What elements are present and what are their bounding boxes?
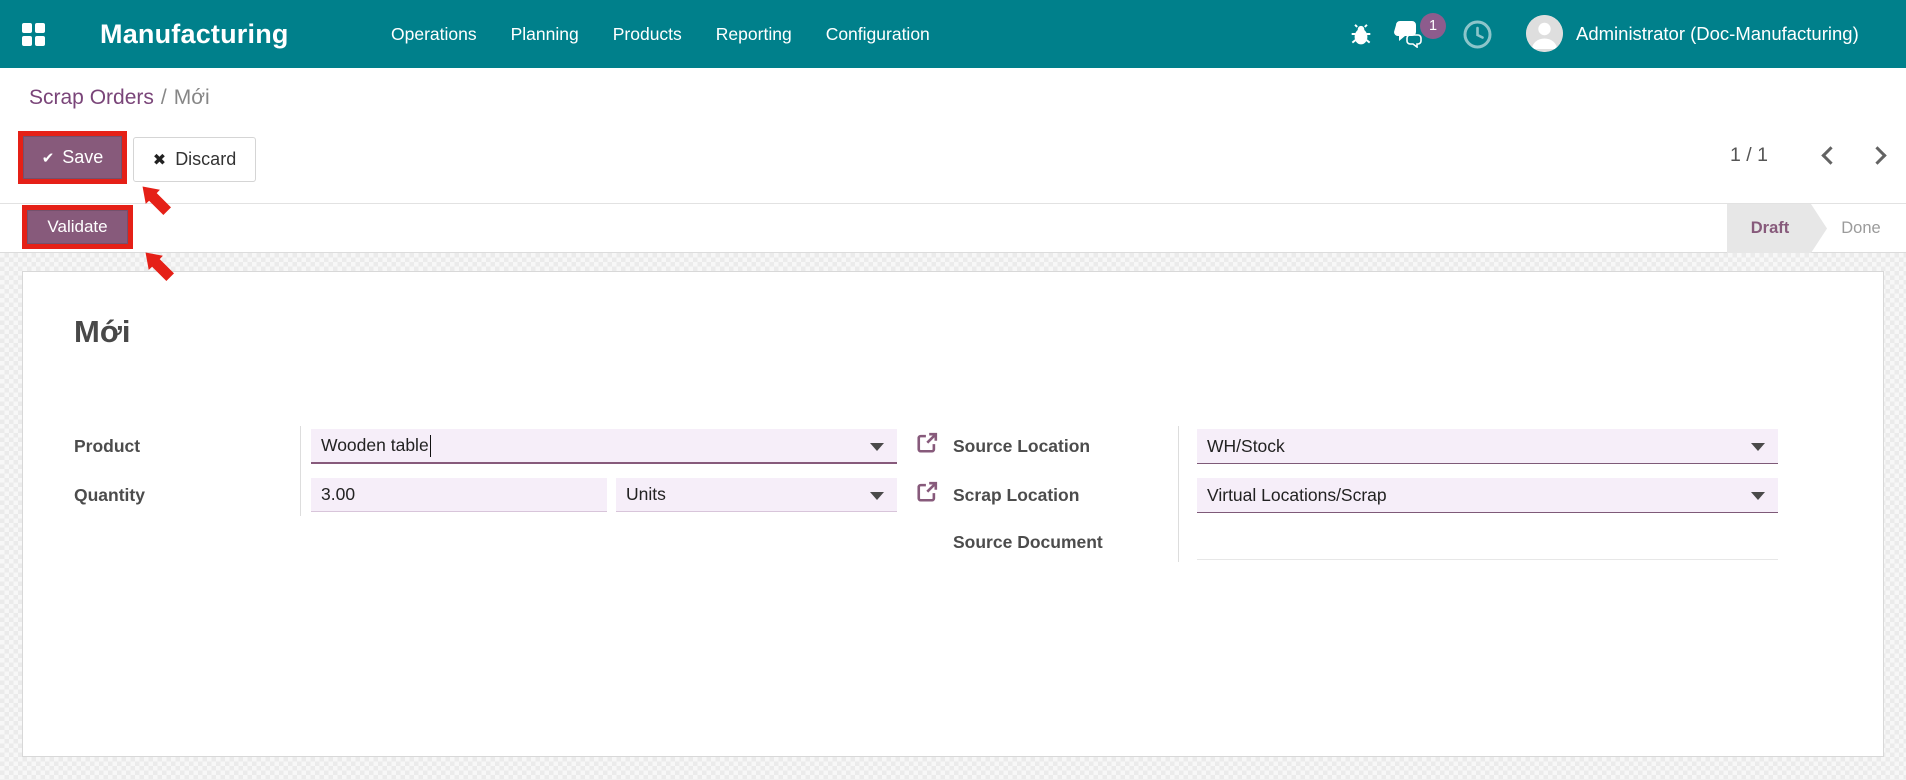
breadcrumb-current: Mới [173, 86, 210, 109]
source-location-external-link-icon[interactable] [916, 432, 938, 454]
source-location-value: WH/Stock [1207, 435, 1285, 456]
state-done[interactable]: Done [1831, 204, 1891, 253]
source-location-field[interactable]: WH/Stock [1197, 429, 1778, 464]
discard-button-label: Discard [175, 149, 237, 169]
record-pager: 1 / 1 [1730, 144, 1887, 167]
breadcrumb: Scrap Orders / Mới [29, 86, 210, 110]
quantity-label: Quantity [74, 485, 145, 505]
validate-annotation-arrow [145, 252, 174, 281]
scrap-location-label: Scrap Location [953, 485, 1080, 505]
source-location-dropdown-icon[interactable] [1751, 443, 1765, 451]
menu-reporting[interactable]: Reporting [716, 24, 792, 45]
save-button-label: Save [62, 147, 104, 167]
save-button[interactable]: ✔ Save [23, 136, 122, 179]
scrap-location-dropdown-icon[interactable] [1751, 492, 1765, 500]
discard-button[interactable]: ✖ Discard [133, 137, 256, 182]
right-group-separator [1178, 426, 1179, 562]
user-avatar[interactable] [1526, 15, 1563, 52]
breadcrumb-scrap-orders[interactable]: Scrap Orders [29, 86, 154, 109]
messages-icon[interactable] [1392, 0, 1426, 68]
uom-field[interactable]: Units [616, 478, 897, 512]
quantity-value: 3.00 [321, 484, 356, 504]
pager-previous-icon[interactable] [1821, 146, 1840, 165]
pager-next-icon[interactable] [1868, 146, 1887, 165]
source-document-label: Source Document [953, 532, 1103, 552]
scrap-location-external-link-icon[interactable] [916, 481, 938, 503]
menu-planning[interactable]: Planning [511, 24, 579, 45]
scrap-location-field[interactable]: Virtual Locations/Scrap [1197, 478, 1778, 513]
source-document-field[interactable] [1197, 527, 1778, 560]
breadcrumb-separator: / [160, 86, 167, 109]
product-dropdown-icon[interactable] [870, 442, 884, 451]
main-menu: Operations Planning Products Reporting C… [391, 0, 930, 68]
left-group-separator [300, 426, 301, 516]
menu-operations[interactable]: Operations [391, 24, 477, 45]
pager-counter: 1 / 1 [1730, 144, 1768, 166]
state-draft[interactable]: Draft [1727, 204, 1827, 253]
user-name[interactable]: Administrator (Doc-Manufacturing) [1576, 0, 1859, 68]
app-brand[interactable]: Manufacturing [100, 0, 289, 68]
source-location-label: Source Location [953, 436, 1091, 456]
quantity-field[interactable]: 3.00 [311, 478, 607, 512]
form-sheet: Mới Product Quantity Wooden table 3.00 U… [22, 271, 1884, 757]
control-panel: Scrap Orders / Mới ✔ Save ✖ Discard 1 / 1 [0, 68, 1906, 203]
product-value: Wooden table [321, 435, 429, 455]
top-navbar: Manufacturing Operations Planning Produc… [0, 0, 1906, 68]
save-annotation-arrow [142, 186, 171, 215]
save-annotation-box: ✔ Save [18, 131, 127, 184]
validate-annotation-box: Validate [22, 205, 133, 249]
menu-configuration[interactable]: Configuration [826, 24, 930, 45]
apps-grid-icon[interactable] [22, 23, 45, 46]
menu-products[interactable]: Products [613, 24, 682, 45]
uom-dropdown-icon[interactable] [870, 491, 884, 500]
debug-bug-icon[interactable] [1344, 0, 1378, 68]
scrap-location-value: Virtual Locations/Scrap [1207, 484, 1387, 505]
x-icon: ✖ [152, 151, 167, 169]
record-title: Mới [74, 314, 131, 349]
product-field[interactable]: Wooden table [311, 429, 897, 464]
messages-count-badge[interactable]: 1 [1420, 13, 1446, 39]
uom-value: Units [626, 484, 666, 504]
text-cursor [429, 434, 432, 457]
form-statusbar: Validate Draft Done [0, 203, 1906, 253]
form-background: Mới Product Quantity Wooden table 3.00 U… [0, 253, 1906, 780]
activities-clock-icon[interactable] [1460, 0, 1494, 68]
check-icon: ✔ [41, 149, 55, 167]
product-label: Product [74, 436, 141, 456]
validate-button-label: Validate [47, 217, 108, 236]
screen: Manufacturing Operations Planning Produc… [0, 0, 1906, 780]
validate-button[interactable]: Validate [27, 210, 128, 244]
